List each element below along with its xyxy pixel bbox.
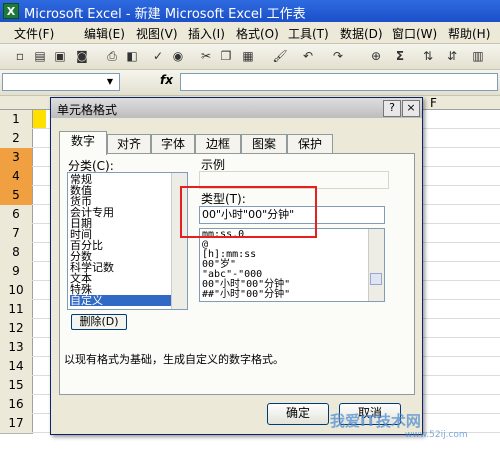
row-header[interactable]: 8 [0,243,33,263]
row-header[interactable]: 15 [0,376,33,396]
row-header[interactable]: 5 [0,186,33,206]
tab-border[interactable]: 边框 [195,134,241,154]
row-header[interactable]: 11 [0,300,33,320]
tab-pattern[interactable]: 图案 [241,134,287,154]
row-header[interactable]: 9 [0,262,33,282]
new-file-icon[interactable]: ▫ [12,48,28,64]
chevron-down-icon[interactable]: ▼ [107,77,113,86]
row-header[interactable]: 1 [0,110,33,130]
annotation-highlight-box [180,186,317,238]
list-item-selected[interactable]: 自定义 [70,295,172,306]
autosum-icon[interactable]: Σ [392,48,408,64]
watermark-logo: 我爱IT技术网 [330,412,421,430]
row-header[interactable]: 2 [0,129,33,149]
insert-function-icon[interactable]: fx [160,73,173,87]
column-header-f[interactable]: F [430,96,437,110]
print-icon[interactable]: ⎙ [104,48,120,64]
tab-protection[interactable]: 保护 [287,134,333,154]
research-icon[interactable]: ◉ [170,48,186,64]
menu-format[interactable]: 格式(O) [236,25,279,42]
row-header[interactable]: 6 [0,205,33,225]
dialog-title: 单元格格式 [57,103,118,117]
paste-icon[interactable]: ▦ [240,48,256,64]
save-icon[interactable]: ▣ [52,48,68,64]
name-box[interactable]: ▼ [2,73,120,91]
help-button[interactable]: ? [383,100,401,117]
menu-window[interactable]: 窗口(W) [392,25,437,42]
row-header[interactable]: 3 [0,148,33,168]
undo-icon[interactable]: ↶ [300,48,316,64]
category-list[interactable]: 常规 数值 货币 会计专用 日期 时间 百分比 分数 科学记数 文本 特殊 自定… [67,172,188,310]
menu-file[interactable]: 文件(F) [14,25,54,42]
format-painter-icon[interactable]: 🖌 [272,48,288,64]
chart-wizard-icon[interactable]: ▥ [470,48,486,64]
sort-descending-icon[interactable]: ⇵ [444,48,460,64]
ok-button[interactable]: 确定 [267,403,329,425]
standard-toolbar: ▫ ▤ ▣ ◙ ⎙ ◧ ✓ ◉ ✂ ❐ ▦ 🖌 ↶ ↷ ⊕ Σ ⇅ ⇵ ▥ [0,44,500,70]
description-text: 以现有格式为基础，生成自定义的数字格式。 [64,353,284,366]
delete-button[interactable]: 删除(D) [71,314,127,330]
watermark-url: www.52ij.com [405,430,468,440]
row-header[interactable]: 14 [0,357,33,377]
open-folder-icon[interactable]: ▤ [32,48,48,64]
row-header[interactable]: 17 [0,414,33,434]
row-header[interactable]: 7 [0,224,33,244]
spelling-icon[interactable]: ✓ [150,48,166,64]
dialog-title-bar: 单元格格式 ? × [51,98,422,118]
copy-icon[interactable]: ❐ [218,48,234,64]
format-list[interactable]: mm:ss.0 @ [h]:mm:ss 00"岁" "abc"-"000 00"… [199,228,385,302]
scrollbar-thumb[interactable] [370,273,382,285]
menu-tools[interactable]: 工具(T) [288,25,329,42]
tab-alignment[interactable]: 对齐 [107,134,151,154]
title-bar: X Microsoft Excel - 新建 Microsoft Excel 工… [0,0,500,22]
row-header[interactable]: 13 [0,338,33,358]
highlighted-cell[interactable] [32,110,46,129]
format-scrollbar[interactable] [368,229,384,301]
window-title: Microsoft Excel - 新建 Microsoft Excel 工作表 [24,7,306,22]
menu-data[interactable]: 数据(D) [340,25,383,42]
menu-bar: 文件(F) 编辑(E) 视图(V) 插入(I) 格式(O) 工具(T) 数据(D… [0,22,500,44]
menu-edit[interactable]: 编辑(E) [84,25,125,42]
tab-number[interactable]: 数字 [59,131,107,155]
redo-icon[interactable]: ↷ [330,48,346,64]
excel-app-icon: X [3,3,19,19]
menu-help[interactable]: 帮助(H) [448,25,490,42]
menu-insert[interactable]: 插入(I) [188,25,225,42]
row-header[interactable]: 10 [0,281,33,301]
format-cells-dialog: 单元格格式 ? × 数字 对齐 字体 边框 图案 保护 分类(C): 常规 数值… [50,97,423,435]
sort-ascending-icon[interactable]: ⇅ [420,48,436,64]
hyperlink-icon[interactable]: ⊕ [368,48,384,64]
permission-icon[interactable]: ◙ [74,48,90,64]
menu-view[interactable]: 视图(V) [136,25,178,42]
cut-icon[interactable]: ✂ [198,48,214,64]
print-preview-icon[interactable]: ◧ [124,48,140,64]
tab-font[interactable]: 字体 [151,134,195,154]
formula-input[interactable] [180,73,498,91]
row-header[interactable]: 16 [0,395,33,415]
row-header[interactable]: 4 [0,167,33,187]
list-item[interactable]: ##"小时"00"分钟" [202,290,290,300]
row-header[interactable]: 12 [0,319,33,339]
close-button[interactable]: × [402,100,420,117]
